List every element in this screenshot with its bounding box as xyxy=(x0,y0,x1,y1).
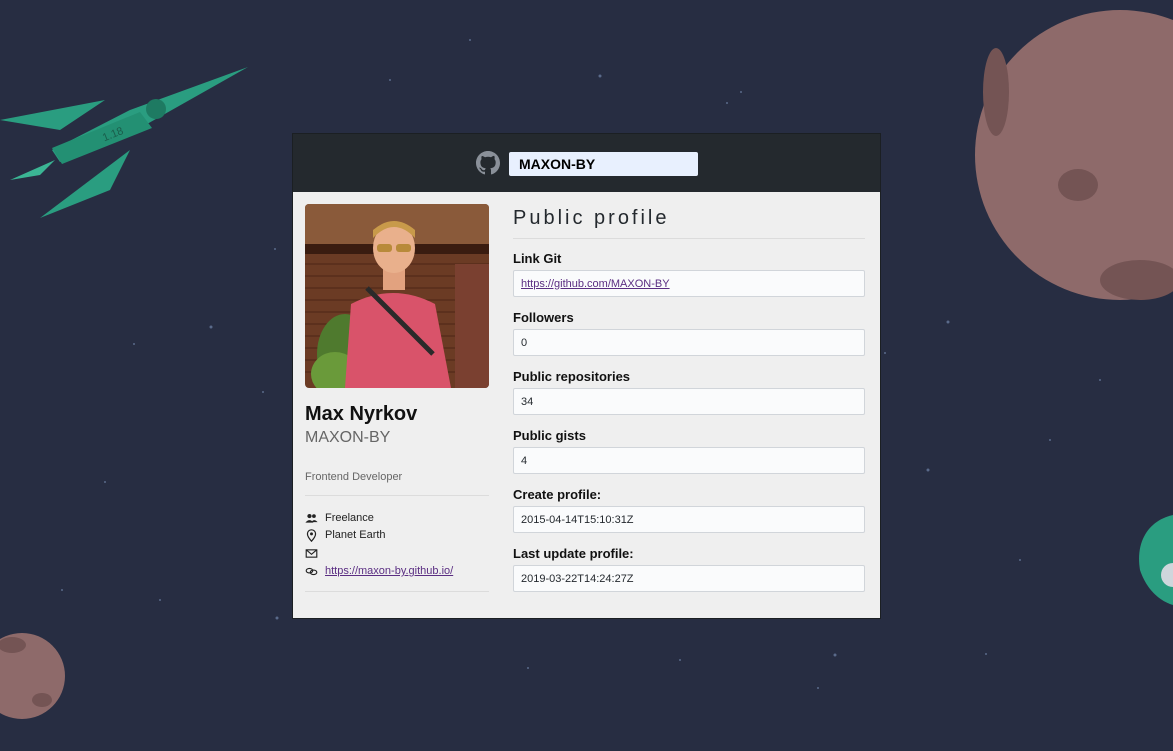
title-divider xyxy=(513,238,865,239)
username-search-input[interactable] xyxy=(509,152,698,176)
location-pin-icon xyxy=(305,528,318,542)
card-header xyxy=(293,134,880,192)
profile-login: MAXON-BY xyxy=(305,429,391,446)
field-followers: 0 xyxy=(513,329,865,356)
avatar xyxy=(305,204,489,388)
octocat-astronaut xyxy=(1139,515,1173,605)
field-public-gists: 4 xyxy=(513,447,865,474)
planet-top-right xyxy=(975,10,1173,300)
mail-icon[interactable] xyxy=(305,547,318,560)
field-label-link-git: Link Git xyxy=(513,251,562,266)
field-create-profile: 2015-04-14T15:10:31Z xyxy=(513,506,865,533)
field-label-public-repositories: Public repositories xyxy=(513,369,631,384)
github-mark-icon xyxy=(476,151,500,175)
field-label-public-gists: Public gists xyxy=(513,428,586,443)
field-label-followers: Followers xyxy=(513,310,574,325)
detail-company-text: Freelance xyxy=(325,512,374,524)
link-icon xyxy=(305,565,318,578)
divider xyxy=(305,495,489,496)
avatar-photo xyxy=(305,204,489,388)
section-title: Public profile xyxy=(513,207,670,229)
detail-company: Freelance xyxy=(305,510,374,526)
blog-link[interactable]: https://maxon-by.github.io/ xyxy=(325,565,453,577)
profile-card: Max Nyrkov MAXON-BY Frontend Developer F… xyxy=(293,134,880,618)
divider xyxy=(305,591,489,592)
detail-location-text: Planet Earth xyxy=(325,529,386,541)
detail-email xyxy=(305,545,325,561)
planet-bottom-left xyxy=(0,633,65,719)
detail-blog: https://maxon-by.github.io/ xyxy=(305,563,453,579)
detail-location: Planet Earth xyxy=(305,527,386,543)
field-label-create-profile: Create profile: xyxy=(513,487,602,502)
rocket-illustration: 1.18 xyxy=(0,67,248,218)
field-link-git: https://github.com/MAXON-BY xyxy=(513,270,865,297)
profile-full-name: Max Nyrkov xyxy=(305,403,418,425)
profile-bio: Frontend Developer xyxy=(305,471,403,483)
people-icon xyxy=(305,512,318,525)
git-profile-link[interactable]: https://github.com/MAXON-BY xyxy=(521,278,670,290)
field-public-repositories: 34 xyxy=(513,388,865,415)
field-label-last-update-profile: Last update profile: xyxy=(513,546,634,561)
field-last-update-profile: 2019-03-22T14:24:27Z xyxy=(513,565,865,592)
